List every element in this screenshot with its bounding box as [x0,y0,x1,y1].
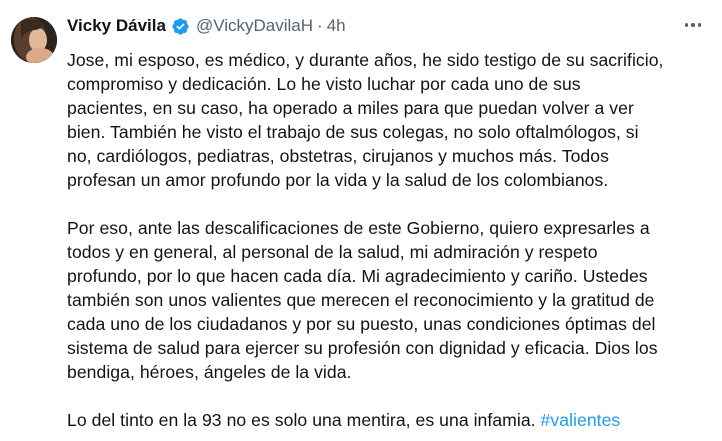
tweet-line-text: Lo del tinto en la 93 no es solo una men… [67,410,541,430]
tweet-line: Por eso, ante las descalificaciones de e… [67,218,650,238]
tweet-line: no, cardiólogos, pediatras, obstetras, c… [67,146,609,166]
tweet-line: sistema de salud para ejercer su profesi… [67,338,658,358]
tweet-last-line: Lo del tinto en la 93 no es solo una men… [67,408,707,432]
verified-badge-icon [171,17,190,36]
tweet-line: cada uno de los ciudadanos y por su pues… [67,314,656,334]
tweet-text: Jose, mi esposo, es médico, y durante añ… [67,48,707,432]
tweet-line: compromiso y dedicación. Lo he visto luc… [67,74,581,94]
tweet-line: Jose, mi esposo, es médico, y durante añ… [67,50,664,70]
tweet-line: profundo, por lo que hacen cada día. Mi … [67,266,648,286]
tweet-line: profesan un amor profundo por la vida y … [67,170,609,190]
tweet-line: todos y en general, al personal de la sa… [67,242,598,262]
tweet-timestamp[interactable]: 4h [327,16,346,36]
more-options-icon[interactable] [680,14,706,36]
tweet-header: Vicky Dávila @VickyDavilaH · 4h [67,14,346,38]
avatar-photo [11,17,57,63]
tweet-line: pacientes, en su caso, ha operado a mile… [67,98,634,118]
author-handle[interactable]: @VickyDavilaH [196,16,313,36]
avatar[interactable] [11,17,57,63]
tweet-line: también son unos valientes que merecen e… [67,290,655,310]
tweet-line: bendiga, héroes, ángeles de la vida. [67,362,352,382]
separator-dot: · [317,16,323,35]
hashtag-link[interactable]: #valientes [541,410,621,430]
author-name[interactable]: Vicky Dávila [67,16,166,36]
tweet-line: bien. También he visto el trabajo de sus… [67,122,639,142]
tweet: Vicky Dávila @VickyDavilaH · 4h Jose, mi… [0,0,722,441]
